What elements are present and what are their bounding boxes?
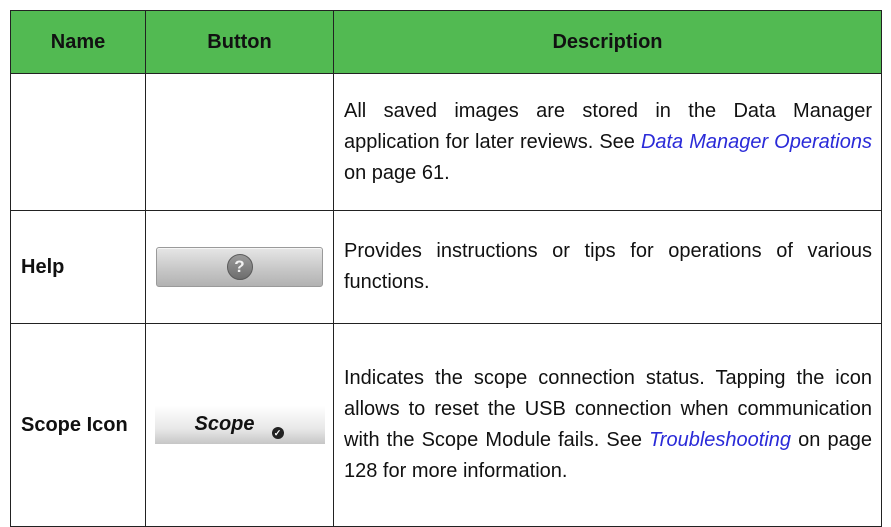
row-description: Provides instructions or tips for operat… — [333, 210, 882, 324]
header-button: Button — [145, 10, 334, 74]
description-text-after: on page 61. — [344, 161, 450, 184]
row-button: Scope ✓ — [145, 323, 334, 527]
row-button: ? — [145, 210, 334, 324]
row-description: Indicates the scope connection status. T… — [333, 323, 882, 527]
table-row: All saved images are stored in the Data … — [10, 73, 882, 211]
row-description: All saved images are stored in the Data … — [333, 73, 882, 211]
description-text: Provides instructions or tips for operat… — [344, 240, 872, 293]
row-button-empty — [145, 73, 334, 211]
header-description: Description — [333, 10, 882, 74]
button-description-table: Name Button Description All saved images… — [10, 10, 882, 527]
table-header-row: Name Button Description — [10, 10, 882, 74]
row-name — [10, 73, 146, 211]
check-badge-icon: ✓ — [271, 427, 284, 439]
help-button[interactable]: ? — [156, 247, 323, 287]
table-row: Help ? Provides instructions or tips for… — [10, 210, 882, 324]
troubleshooting-link[interactable]: Troubleshooting — [649, 429, 791, 451]
row-name: Help — [10, 210, 146, 324]
data-manager-operations-link[interactable]: Data Manager Operations — [641, 131, 872, 153]
scope-icon-button[interactable]: Scope ✓ — [154, 406, 325, 444]
row-name: Scope Icon — [10, 323, 146, 527]
table-row: Scope Icon Scope ✓ Indicates the scope c… — [10, 323, 882, 527]
header-name: Name — [10, 10, 146, 74]
scope-label: Scope — [194, 413, 255, 435]
help-question-icon: ? — [226, 254, 253, 280]
